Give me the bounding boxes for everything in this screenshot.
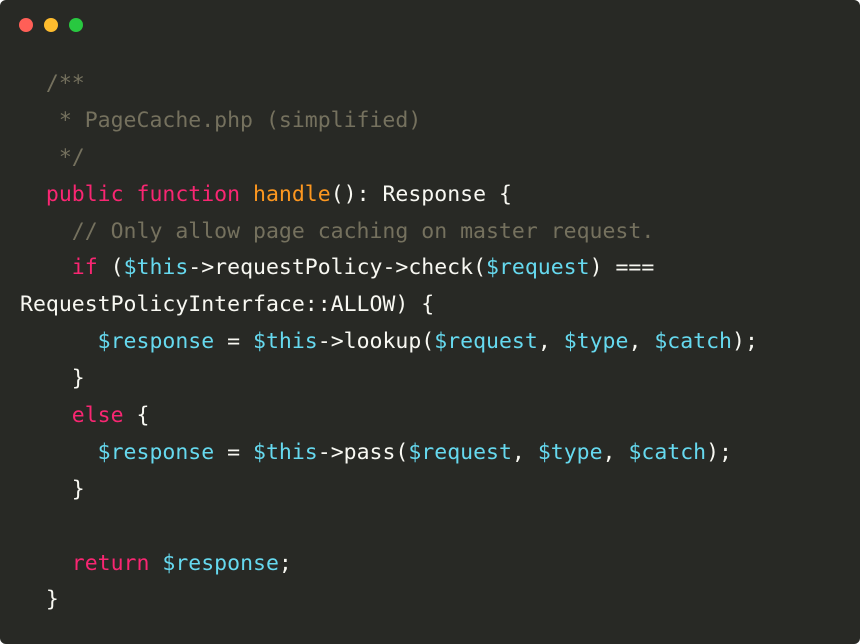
code-token-var: $type	[563, 329, 629, 355]
code-token-var: $this	[123, 255, 189, 281]
window-titlebar	[0, 0, 860, 52]
code-token-plain: ,	[537, 329, 564, 355]
code-token-plain: ->lookup(	[317, 329, 435, 355]
code-line: $response = $this->pass($request, $type,…	[20, 435, 850, 472]
code-token-plain: ,	[511, 439, 538, 465]
code-line: $response = $this->lookup($request, $typ…	[20, 324, 850, 361]
code-token-var: $request	[486, 255, 590, 281]
code-token-comment: /**	[20, 71, 85, 96]
code-line: public function handle(): Response {	[20, 177, 850, 214]
code-token-plain: {	[123, 403, 150, 429]
code-line: // Only allow page caching on master req…	[20, 214, 850, 251]
code-token-plain: ;	[278, 550, 292, 576]
code-line: }	[20, 472, 850, 509]
code-line: */	[20, 140, 850, 177]
code-block: /** * PageCache.php (simplified) */ publ…	[20, 66, 850, 619]
code-token-var: $response	[97, 329, 215, 355]
code-token-kw: else	[71, 403, 124, 429]
code-token-var: $response	[97, 439, 215, 465]
code-token-var: $this	[253, 439, 318, 465]
code-token-comment: */	[20, 144, 85, 170]
code-token-plain: );	[732, 329, 758, 355]
code-token-plain: );	[706, 439, 732, 465]
code-line: * PageCache.php (simplified)	[20, 103, 850, 140]
close-button[interactable]	[19, 18, 33, 32]
code-line: ​	[20, 509, 850, 546]
code-line: return $response;	[20, 546, 850, 583]
code-token-var: $type	[537, 439, 603, 465]
code-line: else {	[20, 398, 850, 435]
code-token-plain: RequestPolicyInterface::ALLOW) {	[20, 292, 435, 318]
code-token-plain: }	[20, 587, 59, 613]
maximize-button[interactable]	[69, 18, 83, 32]
code-token-comment: // Only allow page caching on master req…	[20, 218, 655, 244]
code-token-var: $catch	[654, 329, 732, 355]
code-token-plain: (	[97, 255, 124, 281]
code-token-plain: ->pass(	[317, 439, 409, 465]
code-token-kw: return	[71, 550, 150, 576]
code-token-comment: * PageCache.php (simplified)	[20, 107, 422, 133]
code-token-kw: public	[45, 181, 124, 207]
code-token-var: $request	[434, 329, 538, 355]
code-line: /**	[20, 66, 850, 103]
code-token-kw: if	[71, 255, 98, 281]
code-token-plain: (): Response {	[330, 181, 512, 207]
code-token-plain: =	[214, 439, 254, 465]
code-line: }	[20, 361, 850, 398]
code-token-fn: handle	[253, 181, 331, 207]
code-line: if ($this->requestPolicy->check($request…	[20, 250, 850, 287]
minimize-button[interactable]	[44, 18, 58, 32]
code-token-var: $response	[162, 550, 279, 576]
code-token-plain: ,	[628, 329, 655, 355]
code-token-kw: function	[136, 181, 241, 207]
code-token-plain: =	[214, 329, 254, 355]
code-token-plain: ->requestPolicy->check(	[188, 255, 487, 281]
code-token-plain: ,	[602, 439, 629, 465]
code-token-plain: ) ===	[589, 255, 655, 281]
code-token-var: $this	[253, 329, 318, 355]
code-token-var: $request	[408, 439, 512, 465]
code-token-plain: }	[20, 476, 85, 502]
code-token-var: $catch	[628, 439, 707, 465]
code-window: /** * PageCache.php (simplified) */ publ…	[0, 0, 860, 644]
code-token-plain: }	[20, 366, 85, 392]
code-line: }	[20, 582, 850, 619]
code-line: RequestPolicyInterface::ALLOW) {	[20, 287, 850, 324]
